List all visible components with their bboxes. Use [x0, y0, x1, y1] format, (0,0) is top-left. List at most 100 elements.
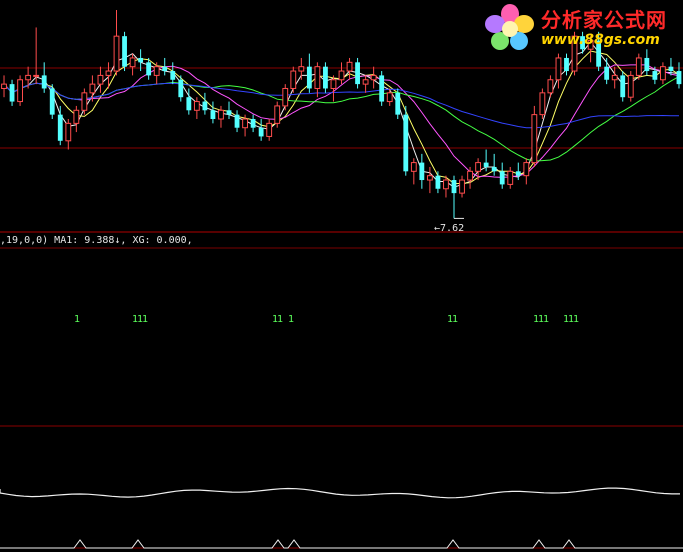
signal-marker: 1: [74, 314, 80, 325]
candle-body-up: [386, 92, 393, 103]
candle-body-down: [435, 175, 441, 189]
low-price-value: 7.62: [440, 223, 465, 234]
candle-body-down: [122, 36, 127, 67]
indicator-line: [0, 487, 680, 499]
candle-body-up: [97, 74, 104, 85]
indicator-readout: ,19,0,0) MA1: 9.388↓, XG: 0.000,: [0, 235, 193, 246]
candle-body-up: [507, 170, 514, 185]
candle-body-up: [17, 79, 23, 103]
signal-marker: 1: [288, 314, 294, 325]
candle-body-up: [467, 170, 473, 181]
candle-body-down: [451, 180, 457, 194]
flower-icon: [485, 4, 534, 50]
candle-body-down: [138, 57, 144, 63]
candle-body-up: [129, 57, 136, 68]
candle-body-down: [483, 162, 489, 167]
candle-body-up: [242, 118, 248, 129]
candle-body-up: [547, 79, 554, 94]
candle-body-down: [202, 101, 208, 111]
brand-name: 分析家公式网: [541, 8, 667, 32]
ma-line-40: [3, 82, 679, 129]
candle-body-down: [57, 114, 63, 141]
candle-body-down: [41, 75, 47, 89]
candle-body-down: [604, 66, 610, 80]
candle-body-down: [306, 66, 312, 89]
candle-body-up: [105, 70, 112, 76]
candle-body-up: [218, 109, 224, 120]
candle-body-up: [314, 66, 321, 89]
candle-body-up: [410, 162, 417, 172]
candle-body-down: [186, 97, 192, 111]
candle-body-up: [555, 57, 562, 81]
candle-body-up: [1, 83, 7, 89]
candle-body-up: [523, 162, 530, 177]
signal-spike-line: [0, 539, 683, 549]
candle-body-down: [379, 75, 385, 102]
candle-body-up: [443, 179, 449, 190]
candle-body-down: [323, 66, 328, 89]
candle-body-down: [668, 66, 674, 72]
candle-body-down: [515, 171, 521, 176]
candle-body-up: [660, 66, 666, 81]
candle-body-down: [564, 57, 569, 72]
candle-body-down: [226, 110, 232, 115]
candle-body-up: [531, 114, 538, 164]
candle-body-up: [290, 70, 297, 89]
candle-body-up: [33, 74, 40, 77]
signal-marker: 111: [563, 314, 579, 325]
candle-body-down: [676, 71, 682, 85]
candle-body-down: [210, 110, 216, 119]
candle-body-up: [81, 92, 88, 111]
signal-marker: 111: [533, 314, 549, 325]
candle-body-down: [395, 92, 401, 115]
candle-body-down: [403, 114, 409, 172]
signal-marker: 11: [447, 314, 458, 325]
candle-body-up: [89, 83, 96, 94]
candle-body-up: [475, 162, 482, 172]
candle-body-down: [620, 75, 626, 98]
candle-body-down: [170, 71, 176, 80]
candle-body-down: [491, 166, 497, 172]
candle-body-down: [234, 114, 240, 128]
signal-marker: 111: [132, 314, 148, 325]
candle-body-up: [539, 92, 546, 116]
candle-body-up: [346, 61, 353, 72]
brand-url: www.88gs.com: [541, 32, 660, 48]
candle-body-up: [362, 79, 369, 85]
candle-body-down: [499, 171, 505, 185]
candle-body-up: [611, 74, 618, 81]
candle-body-up: [338, 70, 345, 81]
candle-body-down: [250, 119, 256, 128]
watermark-logo: 分析家公式网 www.88gs.com: [483, 2, 683, 54]
candle-body-up: [266, 122, 273, 137]
grid-lines: [0, 67, 683, 549]
candle-body-down: [162, 66, 168, 72]
stock-chart: [0, 10, 683, 549]
candle-body-up: [426, 175, 433, 181]
candle-body-down: [178, 79, 184, 98]
candle-body-up: [330, 79, 337, 89]
candle-body-down: [652, 71, 658, 80]
lower-indicator-lines: [0, 487, 683, 549]
candle-body-up: [193, 101, 200, 111]
candle-body-up: [282, 87, 289, 107]
candle-body-up: [635, 57, 642, 76]
candle-body-up: [459, 179, 465, 194]
candle-body-up: [627, 74, 634, 98]
low-price-label: ←7.62: [434, 223, 464, 234]
candle-body-down: [9, 84, 15, 102]
candle-body-down: [355, 62, 360, 85]
candle-body-down: [644, 57, 650, 72]
candle-body-down: [146, 62, 152, 76]
candle-body-up: [25, 74, 32, 81]
candle-body-up: [298, 66, 305, 72]
candle-body-up: [113, 35, 120, 72]
candle-body-down: [258, 127, 264, 137]
candle-body-up: [370, 74, 377, 81]
signal-marker: 11: [272, 314, 283, 325]
candle-body-up: [65, 122, 72, 142]
candle-body-up: [73, 109, 80, 124]
candle-body-down: [49, 88, 55, 115]
candle-body-up: [274, 105, 281, 124]
candle-body-up: [153, 66, 160, 76]
